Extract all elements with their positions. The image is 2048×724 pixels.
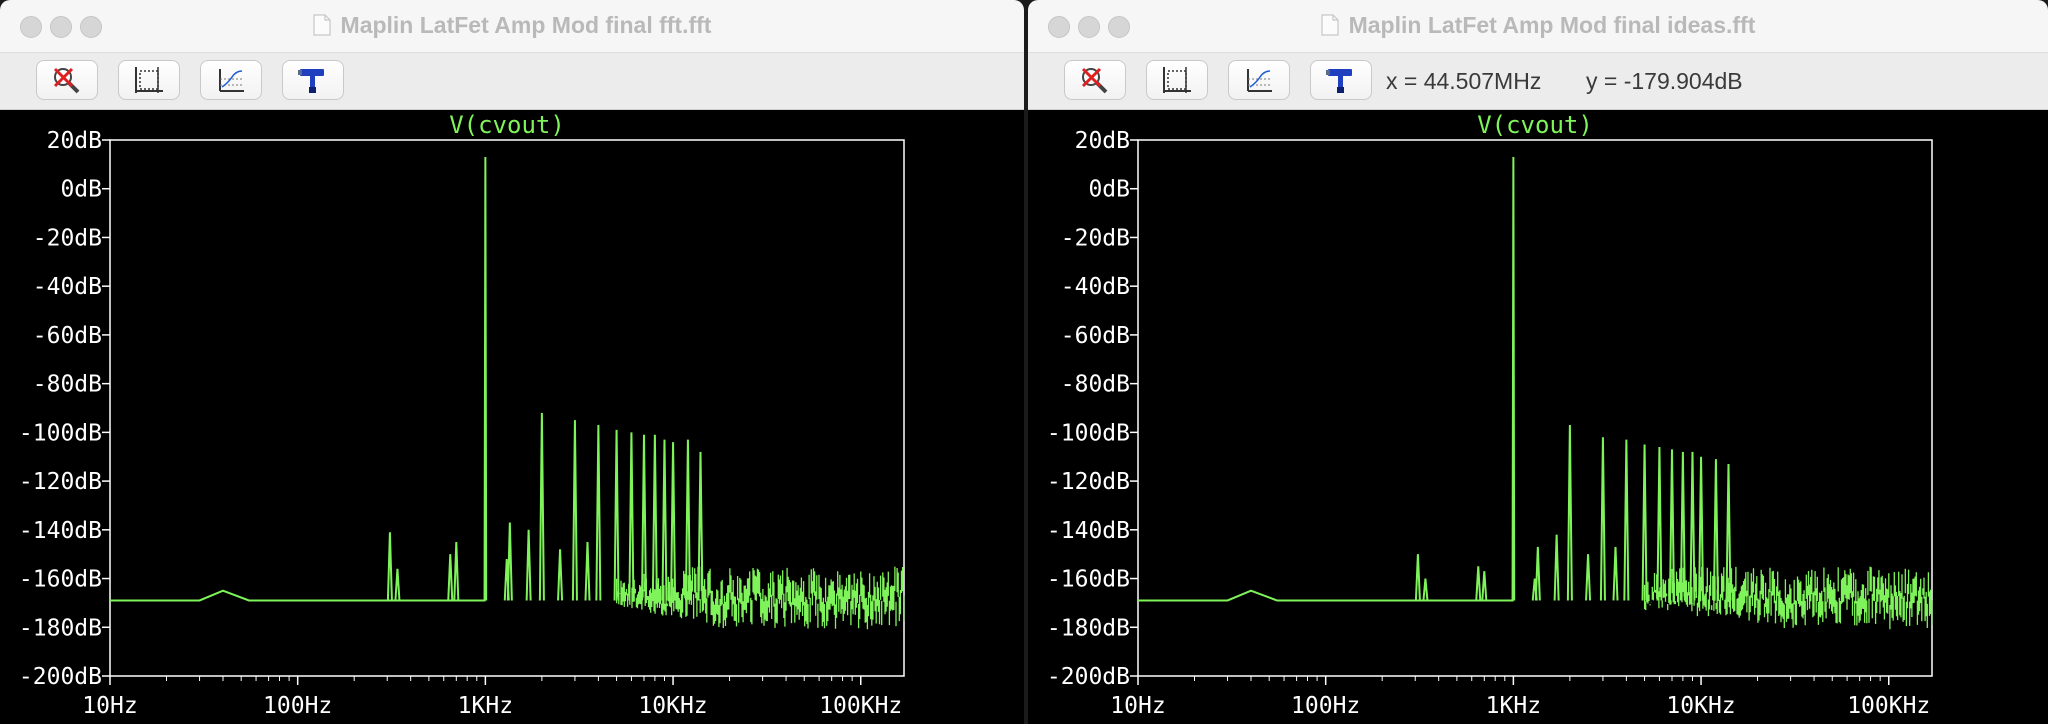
noise-region: [615, 566, 905, 630]
x-tick-label: 10KHz: [638, 693, 707, 719]
y-tick-label: -100dB: [1047, 420, 1130, 446]
y-tick-label: -160dB: [1047, 567, 1130, 593]
y-tick-label: -180dB: [19, 615, 102, 641]
y-tick-label: -120dB: [1047, 469, 1130, 495]
fft-window-right: Maplin LatFet Amp Mod final ideas.fft x …: [1028, 0, 2048, 724]
harmonic-spike: [1422, 578, 1429, 601]
harmonic-spike: [1414, 554, 1421, 601]
y-tick-label: -80dB: [1061, 372, 1130, 398]
y-tick-label: 20dB: [1075, 128, 1130, 154]
x-tick-label: 1KHz: [1486, 693, 1541, 719]
harmonic-spike: [506, 522, 513, 601]
cursor-y-readout: y = -179.904dB: [1586, 68, 1743, 94]
harmonic-spike: [1553, 534, 1560, 601]
harmonic-spike: [1623, 439, 1630, 601]
autorange-button[interactable]: [118, 60, 180, 100]
harmonic-spike: [584, 541, 591, 601]
plot-toolbar: x = 44.507MHz y = -179.904dB: [1028, 53, 2048, 110]
fft-trace: [110, 157, 488, 602]
y-tick-label: -20dB: [33, 225, 102, 251]
harmonic-spike: [557, 549, 564, 601]
harmonic-spike: [1585, 554, 1592, 601]
x-tick-label: 10Hz: [1110, 693, 1165, 719]
harmonic-spike: [538, 412, 545, 601]
harmonic-spike: [1641, 444, 1648, 601]
fft-plot[interactable]: V(cvout) 20dB 0dB -20dB -40dB -60dB -80dB -100d…: [1028, 110, 2048, 724]
fft-trace: [1138, 157, 1516, 602]
hammer-icon: [1326, 69, 1352, 93]
harmonic-spike: [651, 434, 658, 601]
harmonic-spike: [453, 541, 460, 601]
harmonic-spike: [1599, 437, 1606, 601]
x-tick-label: 100Hz: [263, 693, 332, 719]
grid-toggle-icon: [1247, 69, 1272, 92]
y-tick-label: -40dB: [1061, 274, 1130, 300]
zoom-cancel-icon: [53, 67, 80, 94]
grid-toggle-button[interactable]: [200, 60, 262, 100]
x-tick-label: 100KHz: [1847, 693, 1930, 719]
harmonic-spike: [1475, 566, 1482, 601]
zoom-cancel-icon: [1081, 67, 1108, 94]
y-tick-label: -100dB: [19, 420, 102, 446]
harmonic-spike: [1612, 546, 1619, 601]
y-tick-label: -40dB: [33, 274, 102, 300]
autorange-icon: [1163, 67, 1191, 93]
y-tick-label: 20dB: [47, 128, 102, 154]
harmonic-spike: [571, 420, 578, 601]
document-icon: [1321, 14, 1339, 36]
y-tick-label: 0dB: [1088, 177, 1130, 203]
title-bar[interactable]: Maplin LatFet Amp Mod final ideas.fft: [1028, 0, 2048, 53]
x-tick-label: 10Hz: [82, 693, 137, 719]
harmonic-spike: [613, 429, 620, 601]
y-tick-label: -140dB: [19, 518, 102, 544]
settings-hammer-button[interactable]: [1310, 60, 1372, 100]
harmonic-spike: [1689, 451, 1696, 601]
cancel-zoom-button[interactable]: [36, 60, 98, 100]
trace-label: V(cvout): [1477, 111, 1593, 139]
autorange-button[interactable]: [1146, 60, 1208, 100]
fft-window-left: Maplin LatFet Amp Mod final fft.fft V(cv…: [0, 0, 1024, 724]
trace-label: V(cvout): [449, 111, 565, 139]
window-title: Maplin LatFet Amp Mod final ideas.fft: [1348, 12, 1756, 38]
fft-plot[interactable]: V(cvout) 20dB 0dB -20dB -40dB -60dB -80dB -100d…: [0, 110, 1024, 724]
spectral-spikes: [386, 412, 704, 601]
grid-toggle-button[interactable]: [1228, 60, 1290, 100]
harmonic-spike: [595, 425, 602, 601]
y-tick-label: -180dB: [1047, 615, 1130, 641]
y-tick-label: 0dB: [60, 177, 102, 203]
y-tick-label: -200dB: [1047, 664, 1130, 690]
x-tick-label: 100KHz: [819, 693, 902, 719]
y-tick-label: -140dB: [1047, 518, 1130, 544]
plot-toolbar: [0, 53, 1024, 110]
harmonic-spike: [447, 554, 454, 601]
title-bar[interactable]: Maplin LatFet Amp Mod final fft.fft: [0, 0, 1024, 53]
harmonic-spike: [394, 568, 401, 601]
harmonic-spike: [525, 529, 532, 601]
y-tick-label: -160dB: [19, 567, 102, 593]
hammer-icon: [298, 69, 324, 93]
harmonic-spike: [1481, 571, 1488, 601]
window-title: Maplin LatFet Amp Mod final fft.fft: [340, 12, 712, 38]
y-tick-label: -200dB: [19, 664, 102, 690]
harmonic-spike: [386, 532, 393, 601]
harmonic-spike: [1534, 546, 1541, 601]
x-tick-label: 100Hz: [1291, 693, 1360, 719]
settings-hammer-button[interactable]: [282, 60, 344, 100]
x-tick-label: 1KHz: [458, 693, 513, 719]
y-tick-label: -60dB: [33, 323, 102, 349]
cursor-x-readout: x = 44.507MHz: [1386, 68, 1542, 94]
y-tick-label: -60dB: [1061, 323, 1130, 349]
autorange-icon: [135, 67, 163, 93]
x-tick-label: 10KHz: [1666, 693, 1735, 719]
cancel-zoom-button[interactable]: [1064, 60, 1126, 100]
grid-toggle-icon: [219, 69, 244, 92]
noise-region: [1643, 566, 1933, 630]
y-tick-label: -120dB: [19, 469, 102, 495]
y-tick-label: -20dB: [1061, 225, 1130, 251]
y-tick-label: -80dB: [33, 372, 102, 398]
harmonic-spike: [661, 439, 668, 601]
document-icon: [312, 14, 331, 36]
harmonic-spike: [628, 432, 635, 601]
harmonic-spike: [1566, 425, 1573, 601]
